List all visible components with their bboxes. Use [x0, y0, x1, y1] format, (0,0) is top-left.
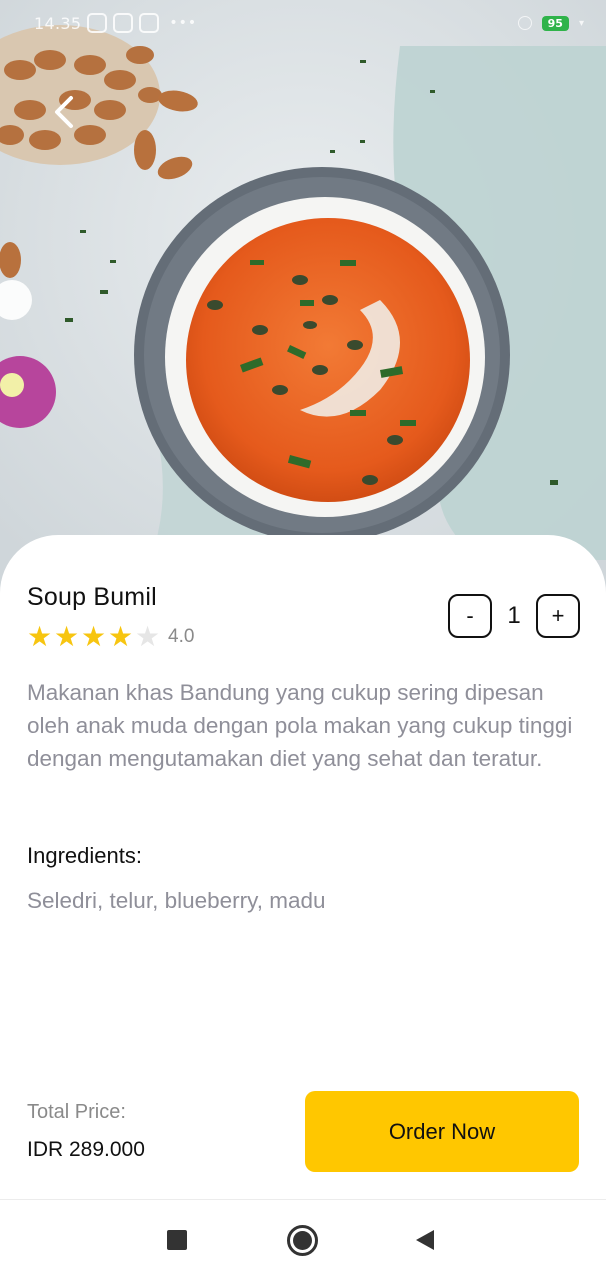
rating: ★ ★ ★ ★ ★ 4.0 — [27, 622, 194, 652]
notification-icon — [139, 13, 160, 33]
wifi-icon — [517, 16, 532, 30]
status-time: 14.35 — [34, 13, 82, 33]
decrement-button[interactable]: - — [448, 594, 492, 638]
star-icon: ★ — [27, 620, 53, 653]
ingredients-heading: Ingredients: — [27, 843, 142, 868]
product-description: Makanan khas Bandung yang cukup sering d… — [27, 680, 573, 771]
rating-value: 4.0 — [168, 626, 195, 647]
increment-button[interactable]: + — [536, 594, 580, 638]
star-icon: ★ — [108, 620, 134, 653]
notification-icon — [113, 13, 134, 33]
notification-icon — [87, 13, 108, 33]
triangle-left-icon[interactable] — [414, 1229, 436, 1251]
back-button[interactable] — [44, 88, 84, 136]
hero-food-image — [0, 0, 606, 600]
square-icon[interactable] — [167, 1230, 187, 1250]
status-bar: 14.35 ••• 95 ▾ — [0, 0, 606, 46]
star-icon: ★ — [81, 620, 107, 653]
product-title: Soup Bumil — [27, 583, 157, 611]
total-price-value: IDR 289.000 — [27, 1138, 145, 1161]
chevron-left-icon — [55, 96, 73, 128]
battery-indicator: 95 — [541, 15, 569, 31]
order-now-button[interactable]: Order Now — [305, 1091, 579, 1172]
star-empty-icon: ★ — [135, 620, 161, 653]
system-nav-bar — [0, 1200, 606, 1280]
quantity-stepper: - 1 + — [448, 594, 580, 638]
star-icon: ★ — [54, 620, 80, 653]
charging-icon: ▾ — [578, 17, 584, 29]
circle-icon[interactable] — [287, 1225, 318, 1256]
status-left: 14.35 ••• — [34, 13, 197, 33]
soup-photo — [0, 0, 606, 600]
quantity-value: 1 — [507, 602, 521, 629]
home-dot — [293, 1231, 312, 1250]
status-right: 95 ▾ — [517, 15, 584, 31]
more-notifications-icon: ••• — [169, 15, 198, 31]
ingredients-list: Seledri, telur, blueberry, madu — [27, 888, 326, 913]
total-price-label: Total Price: — [27, 1101, 126, 1123]
